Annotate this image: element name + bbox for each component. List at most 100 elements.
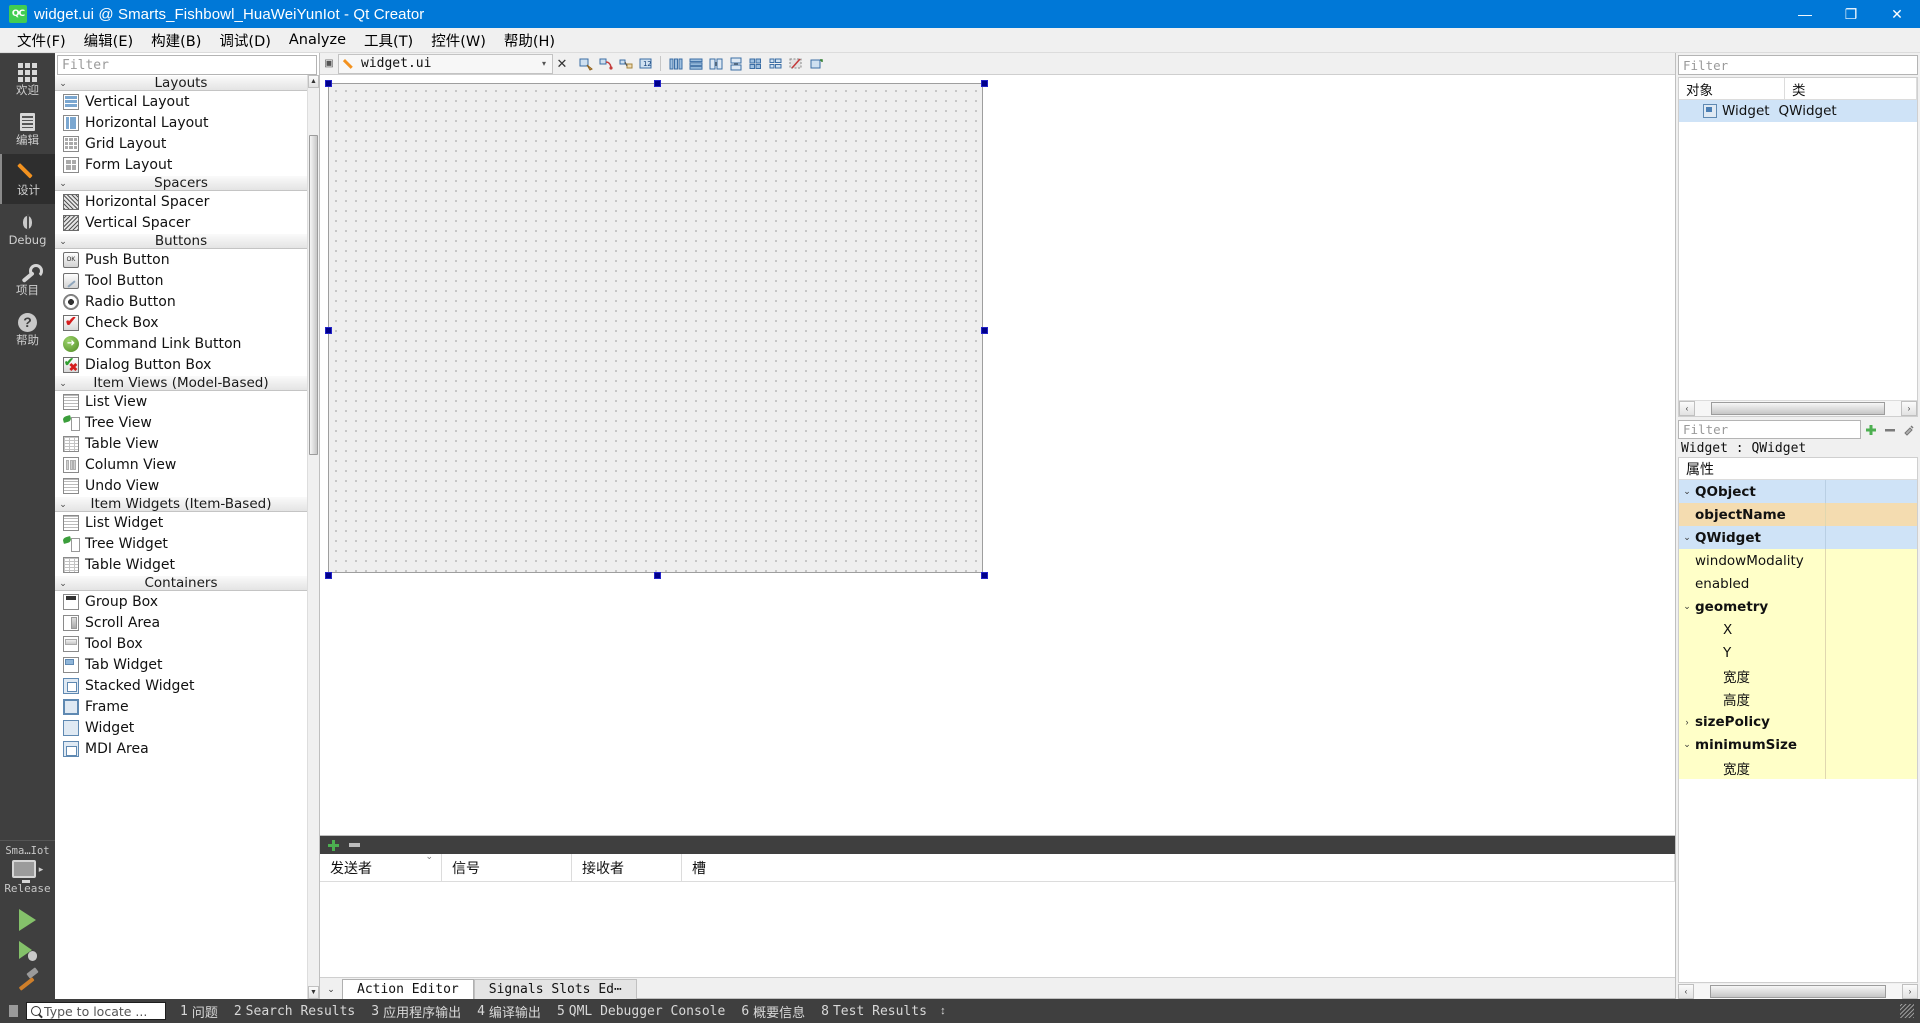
menu-analyze[interactable]: Analyze [280, 29, 355, 51]
chevron-down-icon[interactable]: ⌄ [1679, 739, 1695, 750]
mode-edit[interactable]: 编辑 [0, 104, 55, 154]
widget-box-scrollbar[interactable]: ▲ ▼ [307, 75, 319, 999]
property-editor-hscrollbar[interactable]: ‹ › [1678, 983, 1918, 999]
remove-connection-button[interactable] [349, 843, 360, 847]
hscroll-thumb[interactable] [1710, 984, 1886, 998]
menu-help[interactable]: 帮助(H) [495, 27, 564, 54]
object-inspector-row-widget[interactable]: Widget QWidget [1679, 100, 1917, 122]
widget-item-form-layout[interactable]: Form Layout [55, 154, 307, 175]
debug-button[interactable] [18, 941, 37, 961]
widget-item-grid-layout[interactable]: Grid Layout [55, 133, 307, 154]
widget-item-tab-widget[interactable]: Tab Widget [55, 654, 307, 675]
column-signal[interactable]: 信号 [442, 854, 572, 881]
widget-item-tree-widget[interactable]: Tree Widget [55, 533, 307, 554]
adjust-size-icon[interactable] [807, 55, 824, 72]
break-layout-icon[interactable] [787, 55, 804, 72]
widget-item-widget[interactable]: Widget [55, 717, 307, 738]
property-row-geometry-y[interactable]: Y [1679, 641, 1917, 664]
layout-grid-icon[interactable] [747, 55, 764, 72]
hscroll-track[interactable] [1694, 983, 1902, 999]
scroll-up-arrow-icon[interactable]: ▲ [308, 75, 319, 88]
property-value[interactable] [1825, 480, 1917, 503]
widget-item-tree-view[interactable]: Tree View [55, 412, 307, 433]
resize-handle-bottom-center[interactable] [654, 572, 661, 579]
connections-table-body[interactable] [320, 882, 1675, 977]
tab-action-editor[interactable]: Action Editor [342, 979, 474, 999]
edit-signals-slots-icon[interactable] [597, 55, 614, 72]
widget-item-stacked-widget[interactable]: Stacked Widget [55, 675, 307, 696]
widget-item-mdi-area[interactable]: MDI Area [55, 738, 307, 759]
scroll-right-arrow-icon[interactable]: › [1901, 401, 1917, 416]
property-row-geometry-x[interactable]: X [1679, 618, 1917, 641]
form-widget-surface[interactable] [325, 80, 988, 579]
hscroll-track[interactable] [1695, 401, 1901, 416]
property-row-geometry-height[interactable]: 高度 [1679, 687, 1917, 710]
widget-item-group-box[interactable]: Group Box [55, 591, 307, 612]
widget-item-tool-button[interactable]: Tool Button [55, 270, 307, 291]
widget-item-list-view[interactable]: List View [55, 391, 307, 412]
widget-category-buttons[interactable]: ⌄ Buttons [55, 233, 307, 249]
output-pane-general-messages[interactable]: 6 概要信息 [733, 1002, 813, 1021]
build-button[interactable] [17, 969, 39, 989]
edit-widgets-icon[interactable] [577, 55, 594, 72]
widget-item-undo-view[interactable]: Undo View [55, 475, 307, 496]
resize-handle-middle-left[interactable] [325, 327, 332, 334]
property-group-qwidget[interactable]: ⌄ QWidget [1679, 526, 1917, 549]
widget-item-horizontal-spacer[interactable]: Horizontal Spacer [55, 191, 307, 212]
property-row-windowmodality[interactable]: windowModality [1679, 549, 1917, 572]
widget-item-list-widget[interactable]: List Widget [55, 512, 307, 533]
resize-handle-middle-right[interactable] [981, 327, 988, 334]
chevron-down-icon[interactable]: ⌄ [320, 984, 342, 999]
column-object[interactable]: 对象 [1679, 78, 1785, 99]
widget-item-table-widget[interactable]: Table Widget [55, 554, 307, 575]
property-value[interactable] [1825, 572, 1917, 595]
property-value[interactable] [1825, 733, 1917, 756]
output-pane-updown-icon[interactable]: ↕ [935, 1005, 951, 1017]
minimize-button[interactable]: — [1782, 0, 1828, 28]
property-value[interactable] [1825, 687, 1917, 710]
widget-item-check-box[interactable]: Check Box [55, 312, 307, 333]
column-sender[interactable]: 发送者 ⌄ [320, 852, 442, 881]
column-slot[interactable]: 槽 [682, 854, 1675, 881]
property-row-minimumsize-width[interactable]: 宽度 [1679, 756, 1917, 779]
menu-build[interactable]: 构建(B) [142, 27, 210, 54]
property-row-sizepolicy[interactable]: › sizePolicy [1679, 710, 1917, 733]
chevron-down-icon[interactable]: ⌄ [1679, 532, 1695, 543]
close-document-button[interactable]: ✕ [553, 56, 571, 72]
object-inspector-hscrollbar[interactable]: ‹ › [1679, 400, 1917, 416]
property-value[interactable] [1825, 549, 1917, 572]
property-row-geometry-width[interactable]: 宽度 [1679, 664, 1917, 687]
property-row-minimumsize[interactable]: ⌄ minimumSize [1679, 733, 1917, 756]
close-button[interactable]: ✕ [1874, 0, 1920, 28]
widget-box-filter[interactable]: Filter [57, 55, 317, 75]
menu-edit[interactable]: 编辑(E) [75, 27, 142, 54]
property-row-objectname[interactable]: objectName [1679, 503, 1917, 526]
splitter-horizontal-icon[interactable] [707, 55, 724, 72]
widget-category-spacers[interactable]: ⌄ Spacers [55, 175, 307, 191]
split-editor-icon[interactable]: ▣ [320, 58, 338, 69]
widget-item-column-view[interactable]: Column View [55, 454, 307, 475]
configure-property-button[interactable] [1899, 420, 1918, 439]
tab-signals-slots-editor[interactable]: Signals Slots Ed⋯ [473, 979, 637, 999]
output-pane-qml-debugger-console[interactable]: 5 QML Debugger Console [549, 1004, 733, 1019]
property-row-geometry[interactable]: ⌄ geometry [1679, 595, 1917, 618]
menu-debug[interactable]: 调试(D) [210, 27, 279, 54]
widget-item-horizontal-layout[interactable]: Horizontal Layout [55, 112, 307, 133]
property-value[interactable] [1825, 641, 1917, 664]
run-button[interactable] [19, 909, 36, 931]
menu-file[interactable]: 文件(F) [8, 27, 75, 54]
menu-widgets[interactable]: 控件(W) [422, 27, 495, 54]
maximize-button[interactable]: ❐ [1828, 0, 1874, 28]
property-group-qobject[interactable]: ⌄ QObject [1679, 480, 1917, 503]
widget-item-command-link-button[interactable]: ➜ Command Link Button [55, 333, 307, 354]
property-editor-filter[interactable]: Filter [1678, 420, 1861, 439]
scrollbar-thumb[interactable] [309, 135, 318, 455]
output-pane-issues[interactable]: 1 问题 [172, 1002, 226, 1021]
layout-form-icon[interactable] [767, 55, 784, 72]
resize-handle-top-left[interactable] [325, 80, 332, 87]
property-row-enabled[interactable]: enabled [1679, 572, 1917, 595]
layout-vertical-icon[interactable] [687, 55, 704, 72]
chevron-down-icon[interactable]: ⌄ [1679, 486, 1695, 497]
widget-category-layouts[interactable]: ⌄ Layouts [55, 75, 307, 91]
scroll-left-arrow-icon[interactable]: ‹ [1678, 983, 1694, 999]
